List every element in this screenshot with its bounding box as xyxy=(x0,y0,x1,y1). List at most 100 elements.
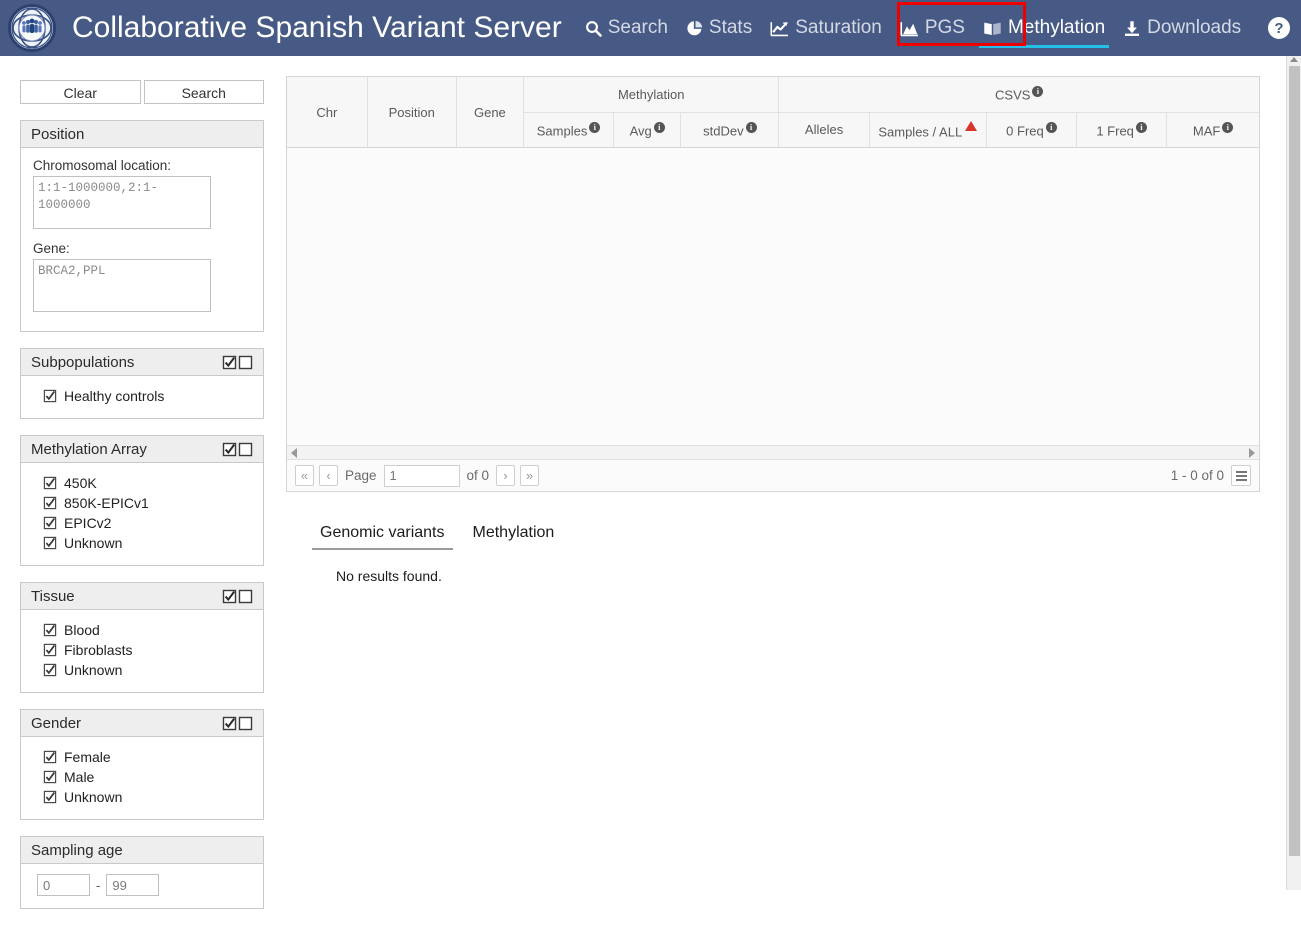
pager-prev-button[interactable]: ‹ xyxy=(319,465,338,486)
warning-triangle-icon[interactable] xyxy=(965,120,978,131)
select-all-none-toggle-gender[interactable] xyxy=(222,716,253,731)
active-tab-underline xyxy=(978,45,1110,48)
checked-box-icon xyxy=(43,496,57,510)
checkbox-label: 850K-EPICv1 xyxy=(64,495,149,511)
filters-sidebar: Clear Search Position Chromosomal locati… xyxy=(20,80,264,925)
checkbox-label: Unknown xyxy=(64,789,123,805)
pager-next-button[interactable]: › xyxy=(496,465,516,486)
nav-item-saturation[interactable]: Saturation xyxy=(761,11,891,45)
download-icon xyxy=(1123,20,1141,37)
column-header-chr[interactable]: Chr xyxy=(287,77,368,147)
info-icon-1-freq[interactable]: i xyxy=(1135,121,1147,133)
app-header: Collaborative Spanish Variant Server Sea… xyxy=(0,0,1301,56)
panel-title-position: Position xyxy=(31,125,85,143)
checked-box-icon xyxy=(222,589,237,603)
pager-last-button[interactable]: » xyxy=(520,465,540,486)
checkbox-fibroblasts[interactable]: Fibroblasts xyxy=(33,640,251,660)
column-header-position[interactable]: Position xyxy=(367,77,457,147)
column-header-meth-samples[interactable]: Samples i xyxy=(523,112,615,147)
info-icon-meth-avg[interactable]: i xyxy=(653,121,665,133)
svg-text:?: ? xyxy=(1274,20,1283,37)
checkbox-female[interactable]: Female xyxy=(33,747,251,767)
gene-textarea[interactable]: BRCA2,PPL xyxy=(33,259,211,312)
tab-genomic-variants[interactable]: Genomic variants xyxy=(306,518,459,550)
panel-body-tissue: Blood Fibroblasts Unknown xyxy=(21,610,263,692)
column-header-meth-avg[interactable]: Avg i xyxy=(613,112,682,147)
grid-horizontal-scrollbar[interactable] xyxy=(287,445,1259,459)
checkbox-unknown-gender[interactable]: Unknown xyxy=(33,787,251,807)
search-icon xyxy=(585,20,602,37)
nav-item-pgs[interactable]: PGS xyxy=(891,11,974,45)
info-icon-meth-samples[interactable]: i xyxy=(589,121,601,133)
browser-vertical-scrollbar[interactable] xyxy=(1286,56,1301,890)
age-range-row: - xyxy=(33,874,251,896)
checkbox-unknown-tissue[interactable]: Unknown xyxy=(33,660,251,680)
checkbox-850k-epicv1[interactable]: 850K-EPICv1 xyxy=(33,493,251,513)
nav-item-downloads[interactable]: Downloads xyxy=(1114,11,1250,45)
age-min-input[interactable] xyxy=(37,874,90,896)
column-header-meth-stddev[interactable]: stdDev i xyxy=(680,112,780,147)
pager-page-input[interactable] xyxy=(383,464,460,487)
checkbox-epicv2[interactable]: EPICv2 xyxy=(33,513,251,533)
search-button[interactable]: Search xyxy=(143,80,264,104)
tab-methylation[interactable]: Methylation xyxy=(459,518,569,550)
panel-body-subpopulations: Healthy controls xyxy=(21,376,263,418)
column-header-alleles[interactable]: Alleles xyxy=(778,112,870,147)
clear-button[interactable]: Clear xyxy=(20,80,141,104)
checkbox-male[interactable]: Male xyxy=(33,767,251,787)
panel-header-tissue: Tissue xyxy=(21,583,263,610)
pager-first-button[interactable]: « xyxy=(295,465,314,486)
age-max-input[interactable] xyxy=(106,874,160,896)
checked-box-icon xyxy=(43,536,57,550)
pager-page-word: Page xyxy=(345,468,377,483)
scrollbar-thumb[interactable] xyxy=(1289,66,1300,856)
info-icon-maf[interactable]: i xyxy=(1222,121,1234,133)
scroll-right-icon[interactable] xyxy=(1249,447,1255,458)
grid-body-empty xyxy=(287,148,1259,445)
nav-label-methylation: Methylation xyxy=(1007,17,1106,38)
info-icon-0-freq[interactable]: i xyxy=(1045,121,1057,133)
nav-label-downloads: Downloads xyxy=(1147,17,1242,38)
pager-range-label: 1 - 0 of 0 xyxy=(1170,468,1224,483)
nav-item-search[interactable]: Search xyxy=(576,11,677,45)
checkbox-healthy-controls[interactable]: Healthy controls xyxy=(33,386,251,406)
checked-box-icon xyxy=(222,355,237,369)
logo-graphic xyxy=(11,7,53,49)
info-icon-meth-stddev[interactable]: i xyxy=(745,121,757,133)
select-all-none-toggle-methylation-array[interactable] xyxy=(222,442,253,457)
checkbox-label: 450K xyxy=(64,475,97,491)
scroll-left-icon[interactable] xyxy=(291,447,297,458)
column-header-1-freq[interactable]: 1 Freq i xyxy=(1076,112,1168,147)
nav-label-stats: Stats xyxy=(708,17,753,38)
checkbox-label: EPICv2 xyxy=(64,515,112,531)
question-circle-icon[interactable]: ? xyxy=(1267,16,1291,40)
select-all-none-toggle-tissue[interactable] xyxy=(222,589,253,604)
pager-controls: « ‹ Page of 0 › » xyxy=(295,464,540,487)
csvs-dna-people-logo[interactable] xyxy=(8,4,56,52)
checked-box-icon xyxy=(222,716,237,730)
checkbox-unknown-array[interactable]: Unknown xyxy=(33,533,251,553)
panel-gender: Gender Female Male Unknown xyxy=(20,709,264,820)
column-header-maf[interactable]: MAF i xyxy=(1167,112,1259,147)
scroll-up-icon[interactable] xyxy=(1290,57,1298,62)
info-icon-csvs[interactable]: i xyxy=(1032,86,1044,98)
checkbox-label: Female xyxy=(64,749,111,765)
checkbox-label: Male xyxy=(64,769,95,785)
nav-item-methylation[interactable]: Methylation xyxy=(974,11,1114,48)
checked-box-icon xyxy=(43,476,57,490)
select-all-none-toggle-subpopulations[interactable] xyxy=(222,355,253,370)
column-header-gene[interactable]: Gene xyxy=(456,77,524,147)
checked-box-icon xyxy=(43,790,57,804)
checkbox-450k[interactable]: 450K xyxy=(33,473,251,493)
unchecked-box-icon xyxy=(238,589,253,603)
pager-summary: 1 - 0 of 0 xyxy=(1171,465,1251,486)
chromosomal-location-textarea[interactable]: 1:1-1000000,2:1-1000000 xyxy=(33,176,211,229)
nav-item-stats[interactable]: Stats xyxy=(677,11,761,45)
panel-body-gender: Female Male Unknown xyxy=(21,737,263,819)
checkbox-blood[interactable]: Blood xyxy=(33,620,251,640)
hamburger-menu-icon[interactable] xyxy=(1231,465,1251,486)
column-header-0-freq[interactable]: 0 Freq i xyxy=(986,112,1078,147)
column-header-samples-all[interactable]: Samples / ALL xyxy=(869,112,987,147)
panel-sampling-age: Sampling age - xyxy=(20,836,264,909)
label-gene: Gene: xyxy=(33,241,70,256)
